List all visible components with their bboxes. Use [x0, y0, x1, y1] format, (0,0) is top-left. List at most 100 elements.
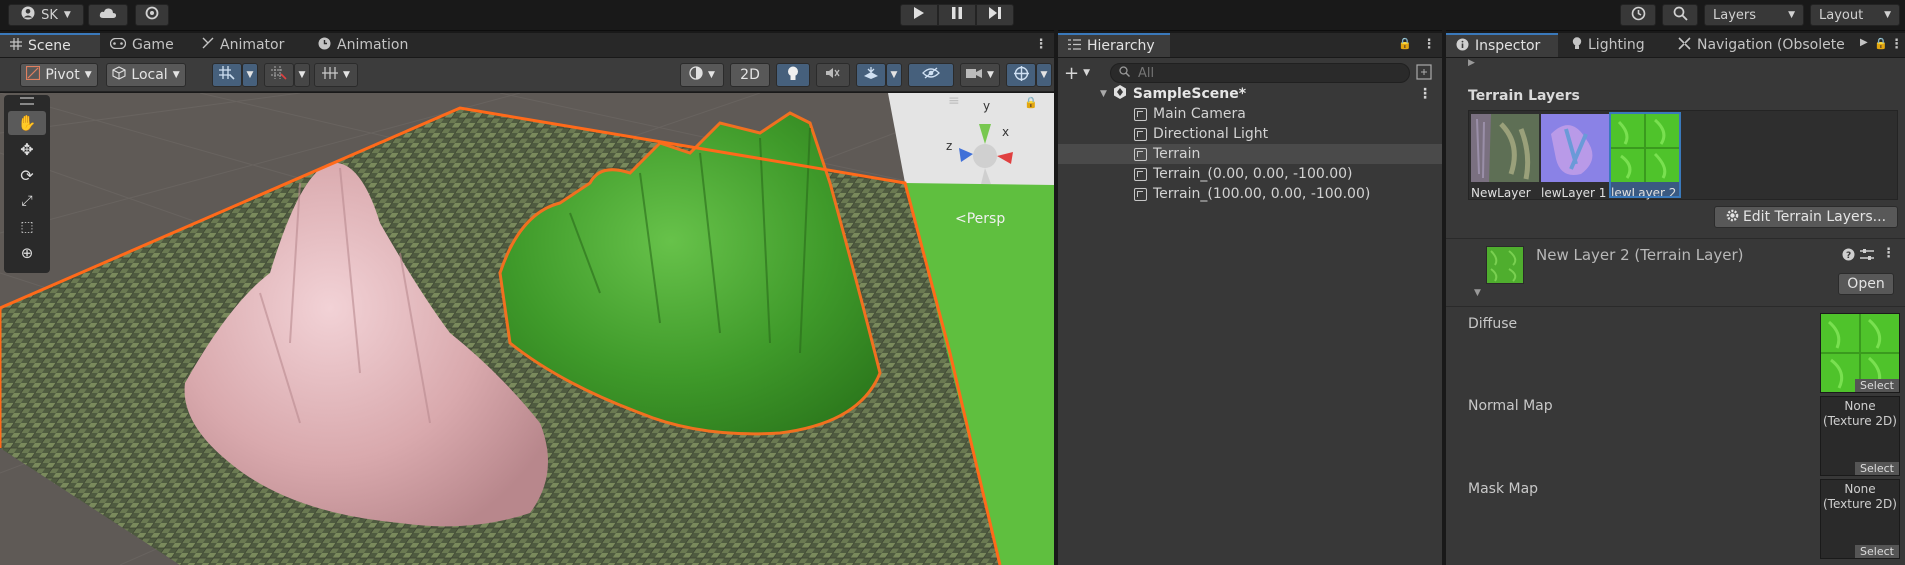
- lighting-toggle[interactable]: [776, 63, 810, 87]
- list-item-selected[interactable]: Terrain: [1058, 144, 1442, 164]
- tab-navigation[interactable]: Navigation (Obsolete: [1668, 33, 1858, 57]
- gizmos-toggle[interactable]: [1006, 63, 1036, 87]
- tab-animation[interactable]: Animation: [308, 33, 432, 57]
- tab-game-label: Game: [132, 37, 174, 53]
- diffuse-texture-slot[interactable]: Select: [1820, 313, 1900, 393]
- more-options-icon[interactable]: ⋮: [1422, 37, 1436, 52]
- grid-visibility-dropdown[interactable]: ▼: [314, 63, 358, 87]
- list-item[interactable]: Terrain_(100.00, 0.00, -100.00): [1058, 184, 1442, 204]
- layer-thumb-label: lewLayer 2: [1611, 186, 1677, 200]
- expand-triangle-icon[interactable]: ▼: [1100, 89, 1107, 99]
- tab-scene[interactable]: Scene: [0, 33, 100, 57]
- more-options-icon[interactable]: ⋮: [1890, 37, 1903, 52]
- collapse-arrow-icon[interactable]: ▶: [1468, 58, 1475, 68]
- hidden-objects-toggle[interactable]: [908, 63, 954, 87]
- account-dropdown[interactable]: SK ▼: [8, 4, 84, 26]
- gameobject-cube-icon: [1134, 167, 1147, 181]
- increment-snap-dropdown[interactable]: ▼: [294, 63, 310, 87]
- list-item[interactable]: Main Camera: [1058, 104, 1442, 124]
- audio-toggle[interactable]: [816, 63, 850, 87]
- hand-tool-button[interactable]: ✋: [8, 111, 46, 135]
- layout-dropdown[interactable]: Layout ▼: [1810, 4, 1900, 26]
- play-button[interactable]: [900, 4, 938, 26]
- more-options-icon[interactable]: ⋮: [1418, 86, 1432, 102]
- scene-visibility-icon[interactable]: [1416, 64, 1434, 82]
- unity-scene-icon: [1113, 85, 1127, 103]
- scene-root-row[interactable]: ▼ SampleScene* ⋮: [1058, 84, 1442, 104]
- list-item[interactable]: Terrain_(0.00, 0.00, -100.00): [1058, 164, 1442, 184]
- rect-tool-button[interactable]: ⬚: [8, 215, 46, 239]
- more-options-icon[interactable]: ⋮: [1882, 246, 1895, 261]
- mask-map-select-button[interactable]: Select: [1855, 545, 1899, 558]
- pivot-dropdown[interactable]: Pivot ▼: [20, 63, 98, 87]
- chevron-down-icon: ▼: [343, 70, 350, 80]
- search-icon: [1119, 65, 1130, 81]
- list-item-label: Main Camera: [1153, 106, 1246, 122]
- normal-map-texture-slot[interactable]: None (Texture 2D) Select: [1820, 396, 1900, 476]
- help-icon[interactable]: ?: [1842, 248, 1855, 265]
- draw-mode-dropdown[interactable]: ▼: [680, 63, 724, 87]
- preset-sliders-icon[interactable]: [1860, 248, 1874, 265]
- tab-hierarchy[interactable]: Hierarchy: [1058, 33, 1170, 57]
- effects-dropdown[interactable]: ▼: [886, 63, 902, 87]
- mask-map-texture-slot[interactable]: None (Texture 2D) Select: [1820, 479, 1900, 559]
- tab-inspector[interactable]: Inspector: [1446, 33, 1558, 57]
- hierarchy-search[interactable]: [1110, 63, 1410, 83]
- list-item-label: Directional Light: [1153, 126, 1269, 142]
- hierarchy-search-input[interactable]: [1136, 64, 1380, 82]
- scene-viewport[interactable]: ≡ 🔒 y x z <Persp ✋ ✥ ⟳ ⤢ ⬚ ⊕: [0, 93, 1054, 565]
- lock-icon[interactable]: 🔒: [1398, 37, 1412, 50]
- camera-settings-dropdown[interactable]: ▼: [960, 63, 1000, 87]
- tab-navigation-label: Navigation (Obsolete: [1697, 37, 1845, 53]
- step-icon: [989, 7, 1001, 23]
- lock-icon[interactable]: 🔒: [1874, 37, 1888, 50]
- step-button[interactable]: [976, 4, 1014, 26]
- cloud-button[interactable]: [88, 4, 128, 26]
- terrain-layer-thumb-2-selected[interactable]: lewLayer 2: [1609, 112, 1681, 200]
- services-button[interactable]: [135, 4, 169, 26]
- palette-handle-icon[interactable]: [20, 97, 34, 105]
- foldout-triangle-icon[interactable]: ▼: [1474, 288, 1481, 298]
- more-options-icon[interactable]: ⋮: [1034, 37, 1048, 53]
- normal-map-select-button[interactable]: Select: [1855, 462, 1899, 475]
- terrain-layer-thumb-1[interactable]: lewLayer 1: [1541, 114, 1609, 200]
- transform-tool-button[interactable]: ⊕: [8, 241, 46, 265]
- scene-name: SampleScene*: [1132, 86, 1247, 102]
- terrain-layer-thumb-0[interactable]: NewLayer: [1471, 114, 1539, 200]
- gizmos-dropdown[interactable]: ▼: [1036, 63, 1052, 87]
- list-item-label: Terrain_(0.00, 0.00, -100.00): [1153, 166, 1353, 182]
- history-button[interactable]: [1620, 4, 1656, 26]
- list-item[interactable]: Directional Light: [1058, 124, 1442, 144]
- layers-dropdown[interactable]: Layers ▼: [1704, 4, 1804, 26]
- normal-map-value: None (Texture 2D): [1823, 399, 1897, 428]
- grid-snap-dropdown[interactable]: ▼: [242, 63, 258, 87]
- diffuse-select-button[interactable]: Select: [1855, 379, 1899, 392]
- clock-icon: [318, 37, 331, 54]
- rotate-icon: ⟳: [20, 165, 34, 185]
- gizmo-menu-icon[interactable]: ≡: [948, 93, 968, 113]
- lock-icon[interactable]: 🔒: [1024, 96, 1038, 109]
- create-dropdown[interactable]: + ▼: [1064, 63, 1098, 84]
- pause-button[interactable]: [938, 4, 976, 26]
- tab-animator[interactable]: Animator: [192, 33, 304, 57]
- chevron-left-icon: <: [955, 211, 967, 227]
- projection-label[interactable]: <Persp: [955, 211, 1005, 227]
- move-tool-button[interactable]: ✥: [8, 137, 46, 161]
- tab-game[interactable]: Game: [100, 33, 184, 57]
- open-button[interactable]: Open: [1838, 273, 1894, 295]
- grid-snap-toggle[interactable]: [212, 63, 242, 87]
- search-button[interactable]: [1662, 4, 1698, 26]
- 2d-toggle[interactable]: 2D: [730, 63, 770, 87]
- tab-scroll-right-icon[interactable]: ▶: [1860, 37, 1868, 48]
- rotate-tool-button[interactable]: ⟳: [8, 163, 46, 187]
- increment-snap-toggle[interactable]: [264, 63, 294, 87]
- chevron-down-icon: ▼: [987, 70, 994, 80]
- divider: [1446, 306, 1905, 307]
- edit-terrain-layers-button[interactable]: Edit Terrain Layers...: [1714, 206, 1898, 228]
- tab-inspector-label: Inspector: [1475, 38, 1541, 54]
- effects-toggle[interactable]: [856, 63, 886, 87]
- scale-tool-button[interactable]: ⤢: [8, 189, 46, 213]
- local-dropdown[interactable]: Local ▼: [106, 63, 186, 87]
- tab-lighting[interactable]: Lighting: [1562, 33, 1662, 57]
- main-toolbar: SK ▼ Layers ▼ Layout ▼: [0, 0, 1905, 31]
